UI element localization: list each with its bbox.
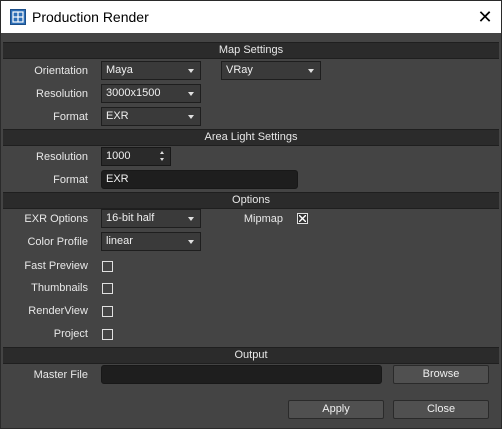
- chevron-down-icon: [188, 115, 194, 119]
- section-output: Output: [3, 347, 499, 364]
- thumbnails-checkbox[interactable]: [102, 283, 113, 294]
- color-profile-label: Color Profile: [27, 236, 88, 248]
- dialog-body: Map Settings Orientation Maya VRay Resol…: [1, 33, 501, 428]
- orientation-label: Orientation: [34, 65, 88, 77]
- area-format-label: Format: [53, 174, 88, 186]
- browse-button[interactable]: Browse: [393, 365, 489, 384]
- spin-down-icon[interactable]: [160, 158, 164, 161]
- map-format-value: EXR: [106, 110, 129, 122]
- window-close-button[interactable]: ✕: [473, 5, 497, 29]
- section-map-settings: Map Settings: [3, 42, 499, 59]
- project-checkbox[interactable]: [102, 329, 113, 340]
- area-format-field[interactable]: EXR: [101, 170, 298, 189]
- project-label: Project: [53, 328, 88, 340]
- thumbnails-label: Thumbnails: [31, 282, 88, 294]
- map-format-dropdown[interactable]: EXR: [101, 107, 201, 126]
- renderer-dropdown[interactable]: VRay: [221, 61, 321, 80]
- area-resolution-value: 1000: [106, 150, 131, 162]
- section-options: Options: [3, 192, 499, 209]
- renderview-label: RenderView: [28, 305, 88, 317]
- production-render-window: Production Render ✕ Map Settings Orienta…: [0, 0, 502, 429]
- close-button[interactable]: Close: [393, 400, 489, 419]
- chevron-down-icon: [188, 92, 194, 96]
- check-x-icon: [299, 215, 306, 222]
- window-title: Production Render: [32, 9, 149, 25]
- master-file-field[interactable]: [101, 365, 382, 384]
- orientation-value: Maya: [106, 64, 133, 76]
- renderview-checkbox[interactable]: [102, 306, 113, 317]
- spin-up-icon[interactable]: [160, 151, 164, 154]
- map-resolution-label: Resolution: [36, 88, 88, 100]
- color-profile-value: linear: [106, 235, 133, 247]
- color-profile-dropdown[interactable]: linear: [101, 232, 201, 251]
- mipmap-checkbox[interactable]: [297, 213, 308, 224]
- chevron-down-icon: [308, 69, 314, 73]
- map-resolution-dropdown[interactable]: 3000x1500: [101, 84, 201, 103]
- fast-preview-label: Fast Preview: [24, 260, 88, 272]
- map-resolution-value: 3000x1500: [106, 87, 161, 99]
- exr-options-value: 16-bit half: [106, 212, 155, 224]
- section-area-light-settings: Area Light Settings: [3, 129, 499, 146]
- chevron-down-icon: [188, 217, 194, 221]
- area-resolution-spinbox[interactable]: 1000: [101, 147, 171, 166]
- area-resolution-label: Resolution: [36, 151, 88, 163]
- map-format-label: Format: [53, 111, 88, 123]
- fast-preview-checkbox[interactable]: [102, 261, 113, 272]
- renderer-value: VRay: [226, 64, 253, 76]
- title-bar: Production Render ✕: [1, 1, 501, 33]
- master-file-label: Master File: [33, 369, 88, 381]
- exr-options-label: EXR Options: [24, 213, 88, 225]
- orientation-dropdown[interactable]: Maya: [101, 61, 201, 80]
- chevron-down-icon: [188, 69, 194, 73]
- apply-button[interactable]: Apply: [288, 400, 384, 419]
- mipmap-label: Mipmap: [243, 213, 283, 225]
- exr-options-dropdown[interactable]: 16-bit half: [101, 209, 201, 228]
- chevron-down-icon: [188, 240, 194, 244]
- render-app-icon: [10, 9, 26, 25]
